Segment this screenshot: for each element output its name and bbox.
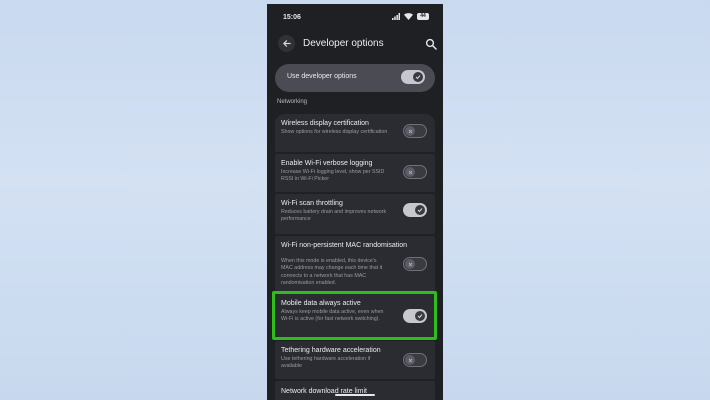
highlight-box [272, 291, 437, 340]
x-icon [408, 358, 412, 362]
app-bar: Developer options [267, 34, 443, 62]
toggle-knob [405, 259, 415, 269]
toggle-knob [405, 126, 415, 136]
check-icon [417, 208, 423, 213]
search-icon[interactable] [425, 38, 437, 50]
back-arrow-icon [283, 40, 291, 47]
setting-description: Show options for wireless display certif… [281, 129, 388, 135]
status-time: 15:06 [283, 14, 301, 21]
use-developer-options-row[interactable]: Use developer options [275, 64, 435, 92]
use-developer-options-toggle[interactable] [401, 70, 425, 84]
page-title: Developer options [303, 38, 384, 49]
toggle-knob [413, 72, 423, 82]
setting-row-wifi-mac-randomisation[interactable]: Wi-Fi non-persistent MAC randomisation W… [275, 236, 435, 291]
status-icons: 44 [392, 13, 429, 20]
wifi-scan-throttling-toggle[interactable] [403, 203, 427, 217]
wifi-verbose-logging-toggle[interactable] [403, 165, 427, 179]
setting-description: Reduces battery drain and improves netwo… [281, 209, 387, 223]
wifi-mac-randomisation-toggle[interactable] [403, 257, 427, 271]
setting-title: Enable Wi-Fi verbose logging [281, 160, 373, 167]
setting-description: Use tethering hardware acceleration if a… [281, 356, 371, 370]
section-header-networking: Networking [277, 99, 308, 105]
tethering-hardware-acceleration-toggle[interactable] [403, 353, 427, 367]
x-icon [408, 262, 412, 266]
back-button[interactable] [278, 35, 295, 52]
wifi-icon [404, 13, 413, 20]
status-bar: 15:06 44 [267, 4, 443, 32]
x-icon [408, 129, 412, 133]
setting-row-wifi-scan-throttling[interactable]: Wi-Fi scan throttling Reduces battery dr… [275, 194, 435, 234]
toggle-knob [415, 205, 425, 215]
setting-title: Wireless display certification [281, 120, 369, 127]
use-developer-options-label: Use developer options [287, 73, 357, 80]
x-icon [408, 170, 412, 174]
setting-title: Tethering hardware acceleration [281, 347, 381, 354]
phone-screen: 15:06 44 Developer options Use developer… [267, 4, 443, 400]
setting-title: Wi-Fi non-persistent MAC randomisation [281, 242, 408, 249]
setting-row-wireless-display-certification[interactable]: Wireless display certification Show opti… [275, 114, 435, 152]
setting-description: When this mode is enabled, this device's… [281, 258, 383, 286]
battery-icon: 44 [417, 13, 429, 20]
setting-description: Increase Wi-Fi logging level, show per S… [281, 169, 385, 183]
toggle-knob [405, 355, 415, 365]
signal-icon [392, 13, 400, 20]
setting-title: Wi-Fi scan throttling [281, 200, 343, 207]
home-indicator [335, 394, 375, 396]
wireless-display-certification-toggle[interactable] [403, 124, 427, 138]
setting-row-tethering-hardware-acceleration[interactable]: Tethering hardware acceleration Use teth… [275, 341, 435, 379]
check-icon [415, 75, 421, 80]
setting-row-wifi-verbose-logging[interactable]: Enable Wi-Fi verbose logging Increase Wi… [275, 154, 435, 192]
toggle-knob [405, 167, 415, 177]
